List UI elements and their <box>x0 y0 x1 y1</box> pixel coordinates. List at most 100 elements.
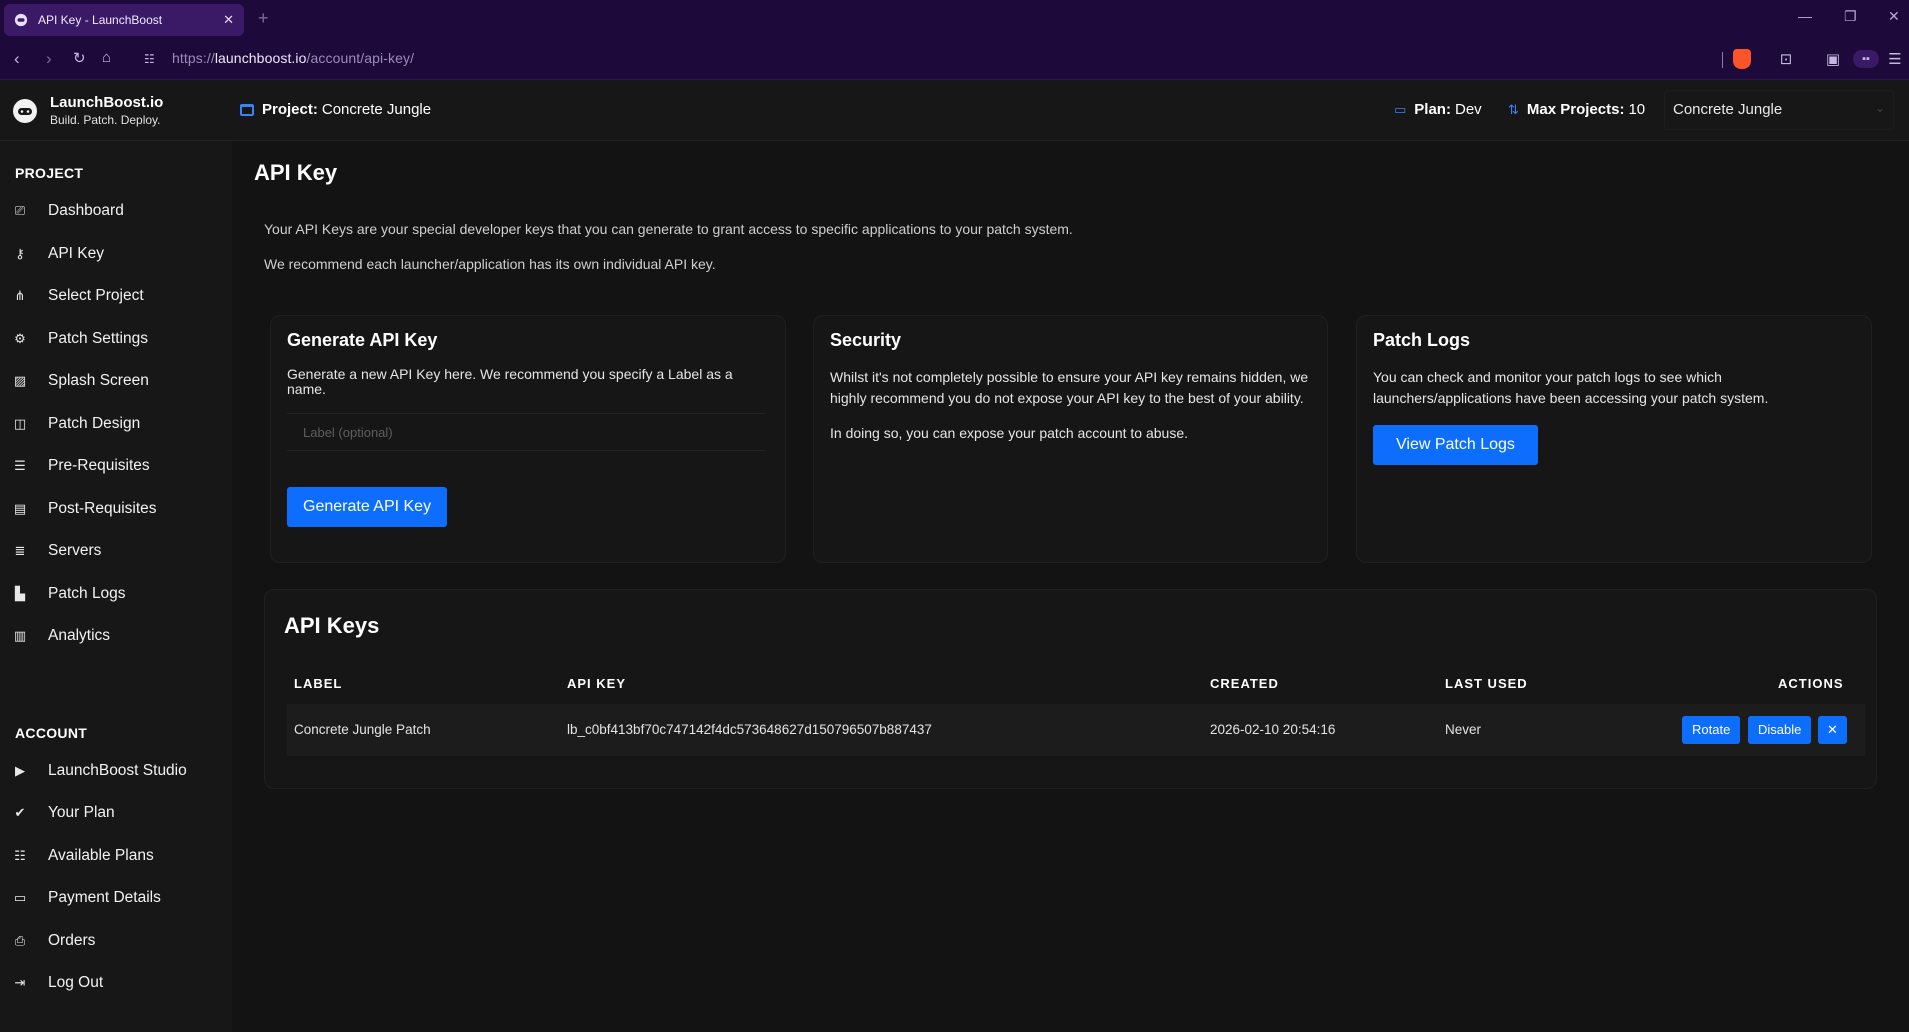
sidebar-item-splash-screen[interactable]: ▨ Splash Screen <box>0 363 232 399</box>
sidebar-item-label: Servers <box>48 542 102 559</box>
toolbar-divider <box>1722 52 1723 68</box>
menu-icon[interactable]: ☰ <box>1886 50 1904 68</box>
key-icon: ⚷ <box>15 246 25 261</box>
sidebar-item-label: Pre-Requisites <box>48 457 150 474</box>
url-scheme: https:// <box>172 50 215 66</box>
wallet-icon[interactable]: ⊡ <box>1777 50 1795 68</box>
intro-text-2: We recommend each launcher/application h… <box>264 256 716 272</box>
security-card: Security Whilst it's not completely poss… <box>813 315 1328 563</box>
intro-text-1: Your API Keys are your special developer… <box>264 221 1073 237</box>
view-patch-logs-button[interactable]: View Patch Logs <box>1373 425 1538 465</box>
brave-shields-icon[interactable] <box>1733 49 1751 69</box>
window-close-icon[interactable]: ✕ <box>1888 8 1900 25</box>
forward-icon[interactable]: › <box>46 49 52 69</box>
sidebar-item-label: API Key <box>48 245 104 262</box>
sidebar-item-payment-details[interactable]: ▭ Payment Details <box>0 880 232 916</box>
order-icon: ⎙ <box>14 933 26 948</box>
vpn-icon[interactable]: ▪▪ <box>1853 50 1879 68</box>
card-title: Security <box>830 330 902 350</box>
column-header-actions: ACTIONS <box>1778 676 1844 691</box>
folder-icon <box>240 104 254 116</box>
brand-name[interactable]: LaunchBoost.io <box>50 94 163 111</box>
gamepad-favicon-icon <box>14 13 28 27</box>
sidebar-item-log-out[interactable]: ⇥ Log Out <box>0 965 232 1001</box>
project-label: Project: <box>262 101 318 118</box>
gear-icon: ⚙ <box>14 331 26 346</box>
close-tab-icon[interactable]: ✕ <box>223 12 234 28</box>
browser-tab-bar: API Key - LaunchBoost ✕ + — ❐ ✕ <box>0 0 1909 40</box>
sidebar-item-label: Post-Requisites <box>48 500 157 517</box>
sidebar-item-dashboard[interactable]: ⎚ Dashboard <box>0 193 232 229</box>
sidebar-item-api-key[interactable]: ⚷ API Key <box>0 236 232 272</box>
sidebar-item-servers[interactable]: ≣ Servers <box>0 533 232 569</box>
sidebar-item-label: Payment Details <box>48 889 161 906</box>
card-title: Generate API Key <box>287 330 438 350</box>
address-bar[interactable]: https://launchboost.io/account/api-key/ <box>172 50 414 66</box>
minimize-icon[interactable]: — <box>1798 8 1812 24</box>
sidebar-toggle-icon[interactable]: ▣ <box>1824 50 1842 68</box>
max-projects-label: Max Projects: <box>1526 101 1625 118</box>
monitor-icon: ▭ <box>1394 101 1407 117</box>
url-host: launchboost.io <box>214 50 307 66</box>
chevron-down-icon: ⌄ <box>1874 101 1885 115</box>
reload-icon[interactable]: ↻ <box>73 49 86 67</box>
card-text: In doing so, you can expose your patch a… <box>830 425 1189 441</box>
sidebar-item-available-plans[interactable]: ☷ Available Plans <box>0 838 232 874</box>
api-key-value[interactable]: lb_c0bf413bf70c747142f4dc573648627d15079… <box>567 722 932 737</box>
sidebar-heading-account: ACCOUNT <box>15 725 88 741</box>
sidebar-item-analytics[interactable]: ▥ Analytics <box>0 618 232 654</box>
rotate-button[interactable]: Rotate <box>1682 716 1741 744</box>
sidebar-item-label: Available Plans <box>48 847 154 864</box>
api-keys-title: API Keys <box>284 613 380 638</box>
project-select[interactable]: Concrete Jungle ⌄ <box>1664 90 1894 130</box>
sidebar-item-label: Analytics <box>48 627 111 644</box>
chart-icon: ▥ <box>13 628 27 643</box>
tab-title: API Key - LaunchBoost <box>38 13 163 27</box>
sidebar-item-your-plan[interactable]: ✔ Your Plan <box>0 795 232 831</box>
site-settings-icon[interactable]: ☷ <box>144 52 155 66</box>
sidebar-item-label: Log Out <box>48 974 104 991</box>
table-row: Concrete Jungle Patch lb_c0bf413bf70c747… <box>287 704 1865 756</box>
sidebar-item-pre-requisites[interactable]: ☰ Pre-Requisites <box>0 448 232 484</box>
credit-card-icon: ▭ <box>13 890 27 905</box>
sidebar-item-launchboost-studio[interactable]: ▶ LaunchBoost Studio <box>0 753 232 789</box>
api-keys-panel: API Keys LABEL API KEY CREATED LAST USED… <box>264 589 1877 789</box>
sidebar-item-label: Splash Screen <box>48 372 149 389</box>
generate-api-key-button[interactable]: Generate API Key <box>287 487 448 527</box>
sidebar-item-patch-logs[interactable]: ▙ Patch Logs <box>0 576 232 612</box>
max-projects-value: 10 <box>1628 101 1646 118</box>
gamepad-logo-icon <box>13 99 37 123</box>
sidebar-item-orders[interactable]: ⎙ Orders <box>0 923 232 959</box>
delete-key-button[interactable]: ✕ <box>1818 716 1847 744</box>
column-header-api-key: API KEY <box>567 676 627 691</box>
home-icon[interactable]: ⌂ <box>102 49 111 66</box>
sort-arrows-icon: ⇅ <box>1508 101 1519 117</box>
generate-api-key-card: Generate API Key Generate a new API Key … <box>270 315 786 563</box>
sidebar-item-patch-design[interactable]: ◫ Patch Design <box>0 406 232 442</box>
list-alt-icon: ▤ <box>13 501 27 516</box>
new-tab-button[interactable]: + <box>258 8 269 29</box>
sidebar-item-label: Your Plan <box>48 804 115 821</box>
back-icon[interactable]: ‹ <box>14 49 20 69</box>
project-name: Concrete Jungle <box>321 101 432 118</box>
key-label: Concrete Jungle Patch <box>294 722 431 737</box>
file-icon: ▙ <box>15 586 25 601</box>
play-icon: ▶ <box>15 763 25 778</box>
restore-icon[interactable]: ❐ <box>1844 8 1857 25</box>
sidebar-item-select-project[interactable]: ⋔ Select Project <box>0 278 232 314</box>
image-icon: ▨ <box>13 373 27 388</box>
browser-tab[interactable]: API Key - LaunchBoost ✕ <box>4 4 244 36</box>
sidebar-item-label: Orders <box>48 932 96 949</box>
card-title: Patch Logs <box>1373 330 1471 350</box>
sidebar-item-patch-settings[interactable]: ⚙ Patch Settings <box>0 321 232 357</box>
check-icon: ✔ <box>14 805 26 820</box>
sidebar-item-post-requisites[interactable]: ▤ Post-Requisites <box>0 491 232 527</box>
created-date: 2026-02-10 20:54:16 <box>1210 722 1336 737</box>
grid-list-icon: ☷ <box>14 848 26 863</box>
dashboard-icon: ⎚ <box>14 203 26 218</box>
sidebar-heading-project: PROJECT <box>15 165 84 181</box>
disable-button[interactable]: Disable <box>1748 716 1812 744</box>
sidebar-item-label: Dashboard <box>48 202 124 219</box>
patch-logs-card: Patch Logs You can check and monitor you… <box>1356 315 1872 563</box>
label-input[interactable]: Label (optional) <box>287 413 765 451</box>
